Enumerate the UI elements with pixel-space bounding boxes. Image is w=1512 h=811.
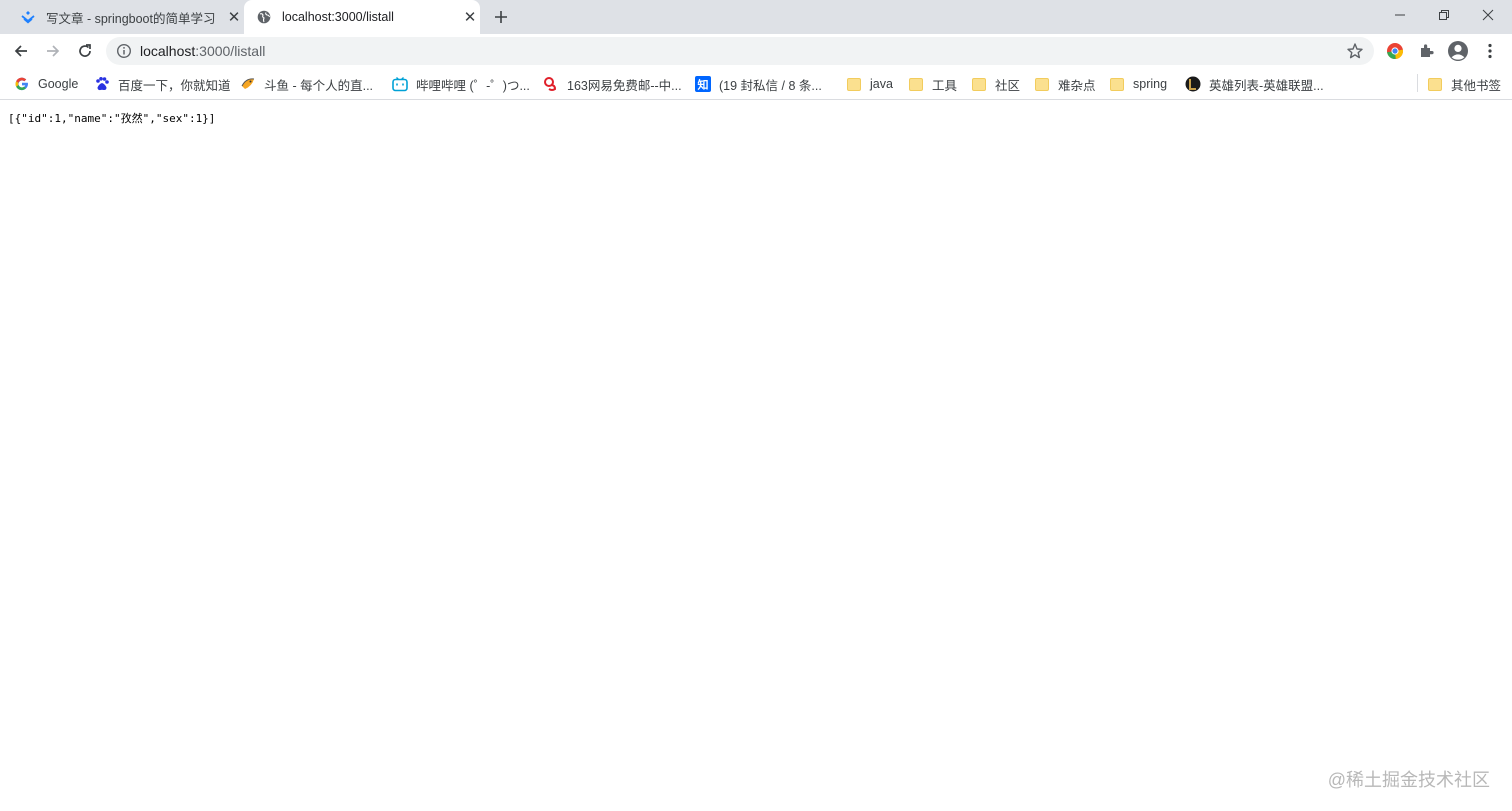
svg-text:知: 知 xyxy=(697,78,709,92)
bilibili-tv-icon xyxy=(392,76,408,92)
bookmark-label: 百度一下，你就知道 xyxy=(118,78,231,93)
folder-icon xyxy=(846,76,862,92)
bookmark-bilibili[interactable]: 哔哩哔哩 (゜-゜)つ... xyxy=(392,74,530,94)
profile-avatar-icon[interactable] xyxy=(1447,40,1469,62)
bookmarks-bar: Google 百度一下，你就知道 斗鱼 - 每个人的直... 哔哩哔哩 (゜-゜… xyxy=(0,68,1512,100)
lol-icon xyxy=(1185,76,1201,92)
new-tab-button[interactable] xyxy=(490,6,512,28)
tab-juejin-write[interactable]: 写文章 - springboot的简单学习 ✕ xyxy=(8,0,244,34)
arrow-left-icon xyxy=(14,45,27,57)
plus-icon xyxy=(495,11,507,23)
bookmark-163-mail[interactable]: 163网易免费邮--中... xyxy=(543,74,682,94)
toolbar: localhost:3000/listall xyxy=(0,34,1512,68)
folder-icon xyxy=(1427,76,1443,92)
bookmarks-divider xyxy=(1417,74,1418,92)
reload-button[interactable] xyxy=(73,39,97,63)
restore-icon xyxy=(1439,10,1449,20)
bookmark-folder-spring[interactable]: spring xyxy=(1109,74,1167,94)
forward-button[interactable] xyxy=(41,39,65,63)
bookmark-label: 哔哩哔哩 (゜-゜)つ... xyxy=(416,78,530,93)
netease-mail-icon xyxy=(543,76,559,92)
close-icon xyxy=(1482,9,1494,21)
json-response-text: [{"id":1,"name":"孜然","sex":1}] xyxy=(8,112,216,125)
folder-icon xyxy=(908,76,924,92)
folder-icon xyxy=(1109,76,1125,92)
url-text[interactable]: localhost:3000/listall xyxy=(140,43,265,59)
address-bar[interactable]: localhost:3000/listall xyxy=(106,37,1374,65)
bookmark-folder-tools[interactable]: 工具 xyxy=(908,74,957,94)
tab-title: 写文章 - springboot的简单学习 xyxy=(46,11,216,26)
arrow-right-icon xyxy=(47,45,60,57)
bookmark-douyu[interactable]: 斗鱼 - 每个人的直... xyxy=(240,74,373,94)
bookmark-lol-heroes[interactable]: 英雄列表-英雄联盟... xyxy=(1185,74,1324,94)
star-icon[interactable] xyxy=(1346,42,1364,60)
puzzle-icon[interactable] xyxy=(1416,40,1438,62)
globe-icon xyxy=(256,9,272,25)
bookmark-label: 其他书签 xyxy=(1451,78,1502,93)
bookmark-label: 难杂点 xyxy=(1058,78,1096,93)
menu-kebab-icon[interactable] xyxy=(1479,40,1501,62)
zhihu-icon: 知 xyxy=(695,76,711,92)
bookmark-label: 斗鱼 - 每个人的直... xyxy=(264,78,374,93)
bookmark-label: 英雄列表-英雄联盟... xyxy=(1209,78,1324,93)
bookmark-label: (19 封私信 / 8 条... xyxy=(719,78,822,93)
bookmark-folder-other[interactable]: 其他书签 xyxy=(1427,74,1501,94)
bookmark-label: spring xyxy=(1133,77,1168,91)
bookmark-baidu[interactable]: 百度一下，你就知道 xyxy=(94,74,231,94)
extension-chrome-icon[interactable] xyxy=(1384,40,1406,62)
reload-icon xyxy=(79,44,91,57)
back-button[interactable] xyxy=(9,39,33,63)
bookmark-label: 163网易免费邮--中... xyxy=(567,78,682,93)
bookmark-folder-community[interactable]: 社区 xyxy=(971,74,1020,94)
restore-button[interactable] xyxy=(1422,0,1466,30)
minimize-button[interactable] xyxy=(1378,0,1422,30)
info-icon[interactable] xyxy=(116,43,132,59)
close-tab-icon[interactable]: ✕ xyxy=(226,9,242,25)
close-tab-icon[interactable]: ✕ xyxy=(462,9,478,25)
bookmark-label: 工具 xyxy=(932,78,958,93)
google-icon xyxy=(14,76,30,92)
close-window-button[interactable] xyxy=(1466,0,1510,30)
bookmark-folder-difficult-points[interactable]: 难杂点 xyxy=(1034,74,1096,94)
tab-localhost-listall[interactable]: localhost:3000/listall ✕ xyxy=(244,0,480,34)
url-host: localhost xyxy=(140,43,196,59)
bookmark-google[interactable]: Google xyxy=(14,74,78,94)
folder-icon xyxy=(971,76,987,92)
baidu-paw-icon xyxy=(94,76,110,92)
tab-strip: 写文章 - springboot的简单学习 ✕ localhost:3000/l… xyxy=(0,0,1512,34)
bookmark-folder-java[interactable]: java xyxy=(846,74,893,94)
bookmark-label: Google xyxy=(38,77,79,91)
url-path: :3000/listall xyxy=(195,43,266,59)
folder-icon xyxy=(1034,76,1050,92)
douyu-fish-icon xyxy=(240,76,256,92)
juejin-logo-icon xyxy=(20,9,36,25)
bookmark-label: java xyxy=(870,77,893,91)
bookmark-zhihu[interactable]: 知 (19 封私信 / 8 条... xyxy=(695,74,822,94)
minimize-icon xyxy=(1395,14,1405,16)
tab-title: localhost:3000/listall xyxy=(282,10,394,24)
bookmark-label: 社区 xyxy=(995,78,1021,93)
juejin-watermark: @稀土掘金技术社区 xyxy=(1327,770,1490,790)
